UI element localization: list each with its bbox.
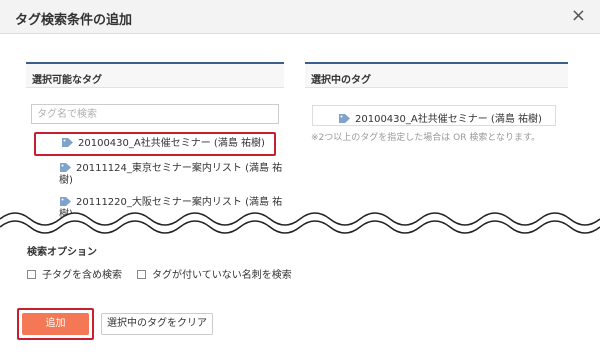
or-search-note: ※2つ以上のタグを指定した場合は OR 検索となります。 — [311, 133, 541, 143]
tag-label-continuation: 樹) — [59, 175, 73, 186]
include-child-tags-checkbox[interactable]: 子タグを含め検索 — [27, 266, 122, 281]
clear-selected-tags-button[interactable]: 選択中のタグをクリア — [101, 313, 213, 335]
tag-icon — [62, 138, 73, 147]
search-options-heading: 検索オプション — [27, 247, 97, 258]
tag-icon — [339, 114, 350, 123]
tag-label: 20111124_東京セミナー案内リスト (満島 祐 — [76, 163, 283, 174]
tag-icon — [60, 163, 71, 172]
selected-tag-label: 20100430_A社共催セミナー (満島 祐樹) — [355, 114, 542, 125]
tag-search-input[interactable] — [31, 104, 279, 124]
selected-tags-heading: 選択中のタグ — [305, 62, 568, 88]
checkbox-icon — [27, 270, 36, 279]
untagged-cards-label: タグが付いていない名刺を検索 — [152, 270, 292, 281]
torn-edge-divider — [0, 212, 600, 241]
selected-tag-item[interactable]: 20100430_A社共催セミナー (満島 祐樹) — [312, 105, 556, 126]
add-button[interactable]: 追加 — [22, 313, 89, 335]
include-child-tags-label: 子タグを含め検索 — [42, 270, 122, 281]
dialog-title: タグ検索条件の追加 — [15, 13, 133, 28]
available-tags-heading: 選択可能なタグ — [26, 62, 284, 88]
tag-label: 20100430_A社共催セミナー (満島 祐樹) — [78, 138, 265, 149]
close-icon[interactable]: × — [571, 6, 586, 26]
tag-list-item[interactable]: 20100430_A社共催セミナー (満島 祐樹) — [34, 132, 276, 156]
dialog-header: タグ検索条件の追加 × — [0, 0, 600, 34]
untagged-cards-checkbox[interactable]: タグが付いていない名刺を検索 — [137, 266, 292, 281]
checkbox-icon — [137, 270, 146, 279]
add-button-highlight: 追加 — [17, 308, 94, 340]
